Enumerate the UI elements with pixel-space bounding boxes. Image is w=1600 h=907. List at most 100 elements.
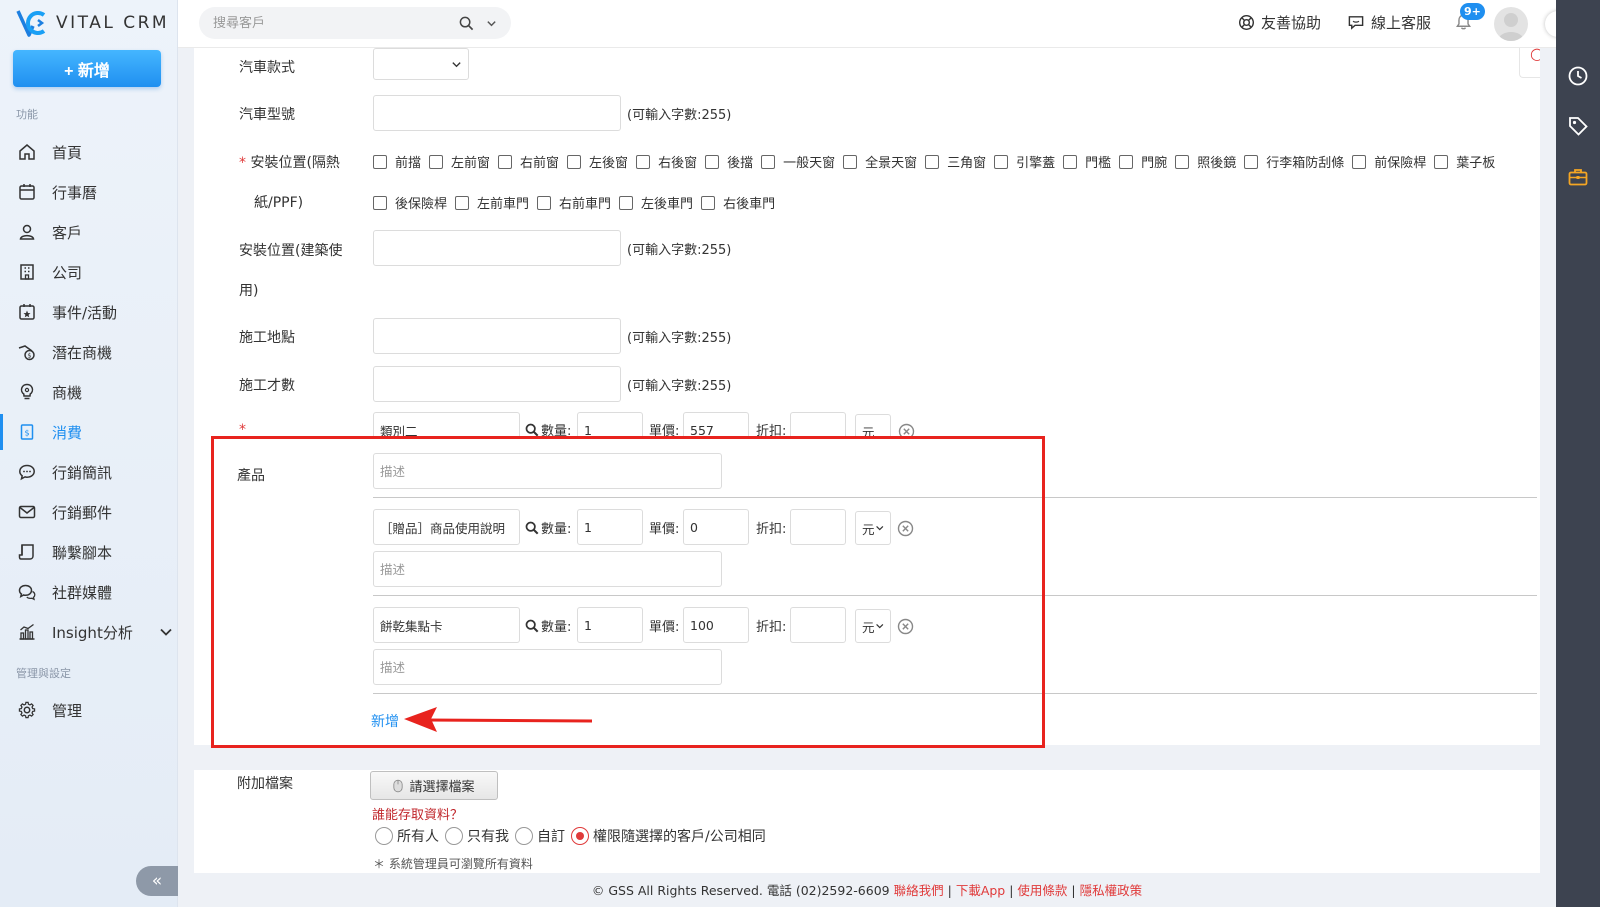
footer-contact-link[interactable]: 聯絡我們	[894, 883, 944, 898]
char-limit-hint: (可輸入字數:255)	[627, 108, 732, 123]
checkbox-left-rear-door[interactable]: 左後車門	[619, 193, 693, 212]
checkbox-left-front-window[interactable]: 左前窗	[429, 152, 490, 171]
install-position-building-label: 安裝位置(建築使	[239, 243, 343, 259]
sidebar-item-leads[interactable]: $ 潛在商機	[0, 334, 178, 370]
checkbox-right-rear-door[interactable]: 右後車門	[701, 193, 775, 212]
product-row-1: 數量: 單價: 折扣: 元	[373, 412, 1023, 436]
sidebar-item-calendar[interactable]: 行事曆	[0, 174, 178, 210]
floating-widget[interactable]: ○	[1519, 48, 1540, 78]
new-button[interactable]: + 新增	[13, 50, 161, 87]
online-support-link[interactable]: 線上客服	[1347, 12, 1431, 33]
required-mark: *	[239, 155, 246, 171]
sidebar-item-admin[interactable]: 管理	[0, 692, 178, 728]
chevron-down-icon[interactable]	[486, 18, 497, 29]
sidebar-collapse-button[interactable]: «	[136, 866, 178, 896]
sidebar-item-opportunities[interactable]: 商機	[0, 374, 178, 410]
search-icon[interactable]	[459, 16, 474, 31]
area-input[interactable]	[373, 366, 621, 402]
discount-input[interactable]	[790, 412, 846, 436]
product-name-input[interactable]	[373, 412, 520, 436]
sidebar-item-home[interactable]: 首頁	[0, 134, 178, 170]
sidebar-item-marketing-mail[interactable]: 行銷郵件	[0, 494, 178, 530]
radio-custom[interactable]: 自訂	[515, 826, 565, 846]
app-logo[interactable]: VITAL CRM	[16, 8, 169, 38]
logo-text: VITAL CRM	[56, 13, 170, 33]
checkbox-left-rear-window[interactable]: 左後窗	[567, 152, 628, 171]
script-icon	[18, 544, 34, 560]
sidebar-item-label: 行銷簡訊	[52, 463, 113, 482]
svg-text:$: $	[27, 351, 31, 359]
car-style-select[interactable]	[373, 48, 469, 80]
char-limit-hint: (可輸入字數:255)	[627, 331, 732, 346]
remove-circle-icon[interactable]	[898, 423, 915, 436]
customer-search[interactable]	[199, 7, 511, 39]
sidebar-item-scripts[interactable]: 聯繫腳本	[0, 534, 178, 570]
lifebuoy-icon	[1238, 14, 1255, 31]
sidebar-item-company[interactable]: 公司	[0, 254, 178, 290]
choose-file-button[interactable]: 請選擇檔案	[370, 771, 498, 800]
checkbox-rear-windshield[interactable]: 後擋	[705, 152, 753, 171]
briefcase-icon[interactable]	[1567, 166, 1589, 188]
checkbox-front-windshield[interactable]: 前擋	[373, 152, 421, 171]
price-label: 單價:	[649, 424, 680, 436]
footer-download-link[interactable]: 下載App	[956, 883, 1005, 898]
checkbox-door-handle[interactable]: 門腕	[1119, 152, 1167, 171]
avatar[interactable]	[1494, 7, 1528, 41]
sidebar-item-label: 首頁	[52, 143, 83, 162]
checkbox-front-bumper[interactable]: 前保險桿	[1352, 152, 1426, 171]
checkbox-right-front-window[interactable]: 右前窗	[498, 152, 559, 171]
checkbox-right-front-door[interactable]: 右前車門	[537, 193, 611, 212]
quantity-label: 數量:	[525, 420, 571, 436]
admin-note: ＊ 系統管理員可瀏覽所有資料	[373, 857, 533, 871]
help-link[interactable]: 友善協助	[1238, 12, 1321, 33]
sidebar-item-social-media[interactable]: 社群媒體	[0, 574, 178, 610]
sidebar-item-customers[interactable]: 客戶	[0, 214, 178, 250]
clock-icon[interactable]	[1567, 65, 1589, 87]
radio-everyone[interactable]: 所有人	[375, 826, 439, 846]
unit-select[interactable]: 元	[855, 414, 891, 436]
receipt-icon: $	[20, 424, 34, 440]
install-position-checkboxes: 前擋 左前窗 右前窗 左後窗 右後窗 後擋 一般天窗 全景天窗 三角窗 引擎蓋 …	[373, 152, 1553, 212]
checkbox-sunroof[interactable]: 一般天窗	[761, 152, 835, 171]
radio-same-as-customer[interactable]: 權限隨選擇的客戶/公司相同	[571, 826, 766, 846]
checkbox-trunk-guard[interactable]: 行李箱防刮條	[1244, 152, 1344, 171]
floating-widget-glyph: ○	[1530, 48, 1540, 63]
attachment-label: 附加檔案	[237, 776, 293, 792]
site-input[interactable]	[373, 318, 621, 354]
checkbox-left-front-door[interactable]: 左前車門	[455, 193, 529, 212]
footer-separator: |	[1071, 883, 1076, 898]
sms-icon	[19, 464, 35, 481]
checkbox-mirror[interactable]: 照後鏡	[1175, 152, 1236, 171]
checkbox-fender[interactable]: 葉子板	[1434, 152, 1495, 171]
quantity-input[interactable]	[577, 412, 643, 436]
discount-label: 折扣:	[756, 424, 787, 436]
price-input[interactable]	[683, 412, 749, 436]
checkbox-panoramic-sunroof[interactable]: 全景天窗	[843, 152, 917, 171]
search-icon[interactable]	[525, 423, 539, 437]
install-position-label-text: 安裝位置(隔熱	[250, 155, 340, 171]
car-style-label: 汽車款式	[239, 60, 295, 76]
search-input[interactable]	[213, 15, 459, 31]
area-label: 施工才數	[239, 378, 295, 394]
checkbox-quarter-glass[interactable]: 三角窗	[925, 152, 986, 171]
choose-file-label: 請選擇檔案	[409, 780, 475, 795]
sidebar-item-insight[interactable]: Insight分析	[0, 614, 178, 650]
sidebar-item-label: 公司	[52, 263, 83, 282]
sidebar-item-consumption[interactable]: $ 消費	[0, 414, 178, 450]
sidebar-item-events[interactable]: 事件/活動	[0, 294, 178, 330]
radio-only-me[interactable]: 只有我	[445, 826, 509, 846]
sidebar-item-label: 客戶	[52, 223, 83, 242]
checkbox-door-sill[interactable]: 門檻	[1063, 152, 1111, 171]
tag-icon[interactable]	[1567, 115, 1589, 137]
checkbox-rear-bumper[interactable]: 後保險桿	[373, 193, 447, 212]
install-position-building-input[interactable]	[373, 230, 621, 266]
section-title-features: 功能	[16, 108, 38, 121]
footer-terms-link[interactable]: 使用條款	[1017, 883, 1067, 898]
sidebar-item-label: 商機	[52, 383, 83, 402]
car-model-input[interactable]	[373, 95, 621, 131]
sidebar-item-marketing-sms[interactable]: 行銷簡訊	[0, 454, 178, 490]
checkbox-hood[interactable]: 引擎蓋	[994, 152, 1055, 171]
footer-privacy-link[interactable]: 隱私權政策	[1080, 883, 1143, 898]
mouse-icon	[393, 779, 404, 792]
checkbox-right-rear-window[interactable]: 右後窗	[636, 152, 697, 171]
